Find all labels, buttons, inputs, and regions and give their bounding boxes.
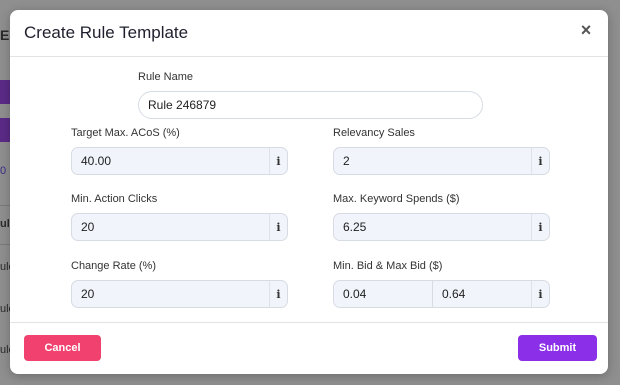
target-acos-label: Target Max. ACoS (%) <box>71 127 180 139</box>
info-icon[interactable]: i <box>531 214 549 240</box>
min-action-clicks-input[interactable]: 20 i <box>71 213 288 241</box>
relevancy-sales-value: 2 <box>343 154 350 168</box>
modal-header: Create Rule Template × <box>10 10 608 57</box>
relevancy-sales-input[interactable]: 2 i <box>333 147 550 175</box>
rule-name-input[interactable]: Rule 246879 <box>138 91 483 119</box>
max-keyword-spends-label: Max. Keyword Spends ($) <box>333 193 460 205</box>
info-icon[interactable]: i <box>269 148 287 174</box>
min-action-clicks-value: 20 <box>81 220 95 234</box>
max-bid-input[interactable]: 0.64 <box>433 287 531 301</box>
min-bid-input[interactable]: 0.04 <box>334 287 432 301</box>
max-keyword-spends-input[interactable]: 6.25 i <box>333 213 550 241</box>
max-keyword-spends-value: 6.25 <box>343 220 367 234</box>
info-icon[interactable]: i <box>531 148 549 174</box>
info-icon[interactable]: i <box>269 281 287 307</box>
change-rate-value: 20 <box>81 287 95 301</box>
target-acos-input[interactable]: 40.00 i <box>71 147 288 175</box>
create-rule-template-modal: Create Rule Template × Rule Name Rule 24… <box>10 10 608 374</box>
modal-title: Create Rule Template <box>24 23 189 42</box>
rule-name-value: Rule 246879 <box>148 98 217 112</box>
change-rate-label: Change Rate (%) <box>71 260 156 272</box>
rule-name-label: Rule Name <box>138 71 194 83</box>
submit-button[interactable]: Submit <box>518 335 597 361</box>
bid-range-label: Min. Bid & Max Bid ($) <box>333 260 443 272</box>
info-icon[interactable]: i <box>531 281 549 307</box>
min-action-clicks-label: Min. Action Clicks <box>71 193 158 205</box>
change-rate-input[interactable]: 20 i <box>71 280 288 308</box>
relevancy-sales-label: Relevancy Sales <box>333 127 415 139</box>
info-icon[interactable]: i <box>269 214 287 240</box>
target-acos-value: 40.00 <box>81 154 112 168</box>
bid-range-input: 0.04 0.64 i <box>333 280 550 308</box>
modal-footer: Cancel Submit <box>10 322 608 374</box>
background-text-fragment: 0 <box>0 165 7 177</box>
close-icon[interactable]: × <box>576 20 596 40</box>
cancel-button[interactable]: Cancel <box>24 335 101 361</box>
